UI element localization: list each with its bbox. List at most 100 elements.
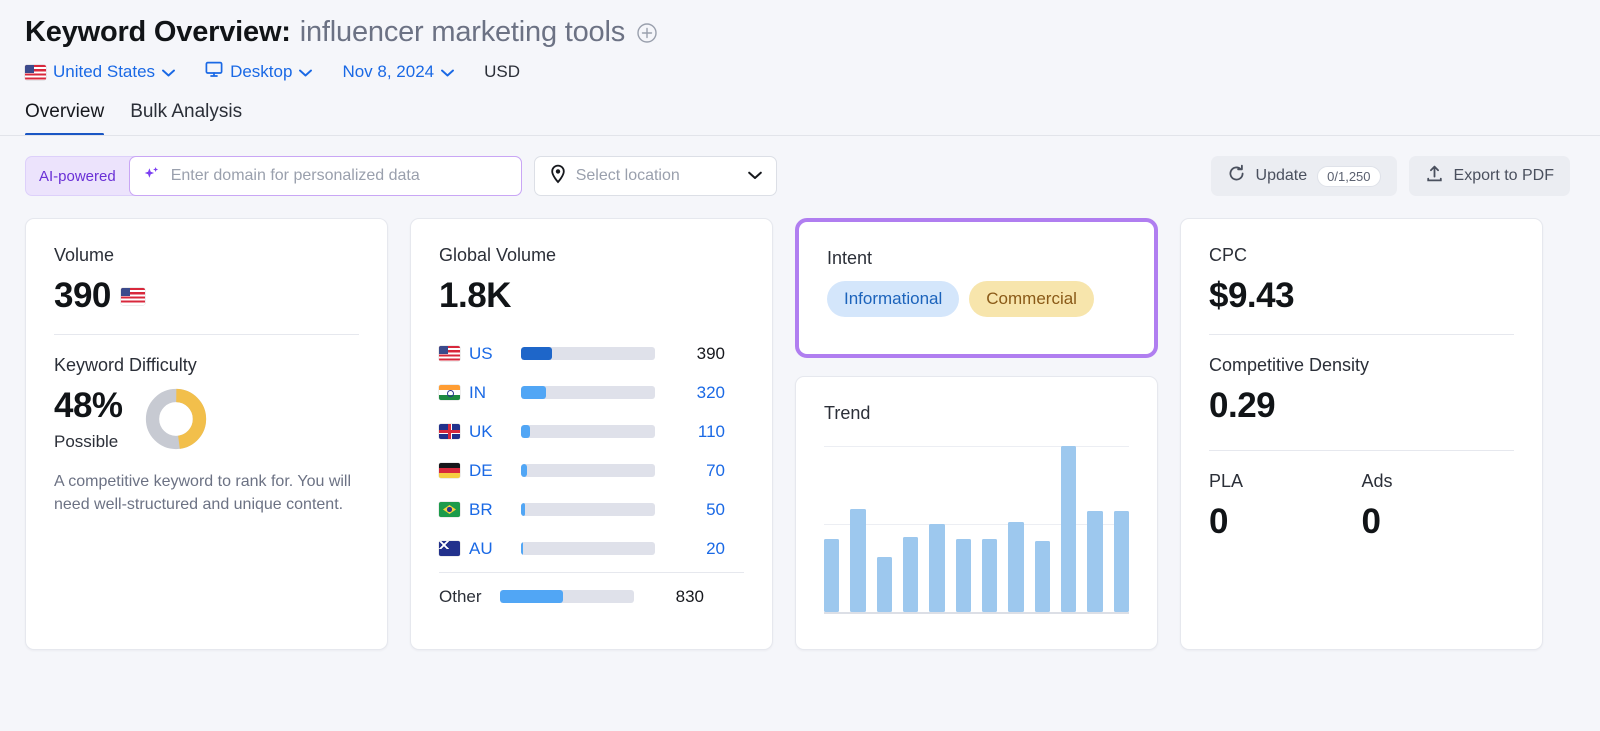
country-bar-list: US 390 IN 320 UK 110 DE 70 BR 50 AU 20 (439, 334, 744, 568)
trend-bar[interactable] (955, 538, 971, 612)
country-code: UK (469, 421, 493, 441)
export-to-pdf-button[interactable]: Export to PDF (1408, 156, 1570, 196)
page-title-keyword: influencer marketing tools (299, 16, 626, 48)
country-bar-row[interactable]: AU 20 (439, 529, 744, 568)
intent-chip-informational[interactable]: Informational (827, 281, 960, 317)
trend-bar[interactable] (824, 538, 840, 612)
intent-chips: Informational Commercial (827, 281, 1126, 317)
cpc-card: CPC $9.43 Competitive Density 0.29 PLA 0 (1180, 218, 1543, 650)
axis-line (824, 612, 1129, 614)
country-value: 320 (696, 382, 725, 402)
other-label: Other (439, 586, 482, 606)
pla-ads-row: PLA 0 Ads 0 (1209, 471, 1514, 542)
country-code: DE (469, 460, 493, 480)
pla-block: PLA 0 (1209, 471, 1362, 542)
divider (1209, 334, 1514, 335)
country-code: IN (469, 382, 486, 402)
country-value: 50 (706, 499, 725, 519)
trend-bar[interactable] (1034, 540, 1050, 612)
filter-currency-label: USD (484, 62, 521, 81)
trend-bar-list (824, 446, 1129, 612)
country-bar-row[interactable]: BR 50 (439, 490, 744, 529)
ads-label: Ads (1361, 471, 1393, 491)
country-bar-fill (521, 347, 552, 360)
intent-label: Intent (827, 248, 873, 268)
country-value: 70 (706, 460, 725, 480)
trend-bar[interactable] (1113, 510, 1129, 612)
difficulty-description: A competitive keyword to rank for. You w… (54, 473, 352, 514)
global-volume-label: Global Volume (439, 245, 557, 265)
country-bar-track (521, 347, 655, 360)
tab-overview[interactable]: Overview (25, 101, 105, 136)
country-bar-row[interactable]: UK 110 (439, 412, 744, 451)
cpc-value: $9.43 (1209, 276, 1295, 315)
filter-device[interactable]: Desktop (205, 61, 313, 83)
country-bar-row[interactable]: DE 70 (439, 451, 744, 490)
tab-bulk-analysis[interactable]: Bulk Analysis (130, 101, 242, 136)
pla-value: 0 (1209, 502, 1228, 541)
ai-powered-badge: AI-powered (39, 167, 116, 185)
filter-device-label: Desktop (230, 62, 293, 81)
tab-divider (0, 135, 1600, 136)
global-volume-value: 1.8K (439, 276, 511, 315)
country-bar-row[interactable]: IN 320 (439, 373, 744, 412)
trend-bar[interactable] (850, 509, 866, 612)
toolbar-left: AI-powered Select location (25, 156, 777, 196)
plus-circle-icon[interactable] (636, 22, 658, 44)
ai-domain-group: AI-powered (25, 156, 522, 196)
difficulty-label: Keyword Difficulty (54, 355, 197, 375)
trend-bar[interactable] (1060, 446, 1077, 612)
filter-date-label: Nov 8, 2024 (342, 62, 435, 81)
map-pin-icon (549, 164, 567, 189)
intent-card-highlight: Intent Informational Commercial (795, 218, 1158, 358)
density-label: Competitive Density (1209, 355, 1370, 375)
difficulty-text: 48% Possible (54, 386, 123, 452)
domain-input[interactable] (170, 167, 509, 185)
volume-value-row: 390 (54, 276, 359, 316)
keyword-overview-page: Keyword Overview: influencer marketing t… (0, 0, 1600, 731)
intent-chip-commercial[interactable]: Commercial (969, 281, 1094, 317)
domain-input-wrapper[interactable] (128, 156, 522, 196)
other-bar-fill (500, 590, 563, 603)
upload-icon (1425, 164, 1444, 188)
country-bar-fill (521, 386, 547, 399)
ads-block: Ads 0 (1362, 471, 1515, 542)
trend-bar[interactable] (1008, 522, 1024, 612)
divider (54, 334, 359, 335)
country-code: US (469, 343, 493, 363)
difficulty-donut-chart (145, 388, 206, 450)
trend-chart (824, 446, 1129, 614)
country-bar-row[interactable]: US 390 (439, 334, 744, 373)
flag-uk-icon (439, 424, 460, 439)
trend-bar[interactable] (929, 524, 945, 612)
other-value: 830 (675, 586, 704, 606)
country-bar-track (521, 425, 655, 438)
filter-country[interactable]: United States (25, 62, 176, 82)
update-button[interactable]: Update 0/1,250 (1210, 156, 1397, 196)
pla-label: PLA (1209, 471, 1244, 491)
page-title: Keyword Overview: influencer marketing t… (0, 0, 1600, 49)
column-cpc: CPC $9.43 Competitive Density 0.29 PLA 0 (1180, 218, 1543, 650)
divider (1209, 450, 1514, 451)
difficulty-row: 48% Possible (54, 386, 359, 452)
chevron-down-icon (299, 62, 313, 82)
density-value: 0.29 (1209, 386, 1276, 425)
select-location-button[interactable]: Select location (533, 156, 777, 196)
country-code: BR (469, 499, 493, 519)
trend-bar[interactable] (902, 537, 919, 612)
difficulty-status: Possible (54, 432, 119, 451)
intent-card: Intent Informational Commercial (799, 222, 1154, 354)
country-bar-track (521, 464, 655, 477)
country-value: 110 (697, 421, 725, 441)
page-title-prefix: Keyword Overview: (25, 16, 291, 48)
trend-bar[interactable] (1087, 510, 1103, 612)
export-label: Export to PDF (1453, 167, 1554, 184)
trend-bar[interactable] (981, 538, 998, 612)
select-location-label: Select location (575, 167, 680, 184)
global-volume-card: Global Volume 1.8K US 390 IN 320 UK 110 DE 70 BR… (410, 218, 773, 650)
update-label: Update (1255, 167, 1308, 184)
country-value: 20 (706, 538, 725, 558)
trend-bar[interactable] (876, 557, 892, 612)
filter-date[interactable]: Nov 8, 2024 (342, 62, 455, 82)
chevron-down-icon (441, 62, 455, 82)
